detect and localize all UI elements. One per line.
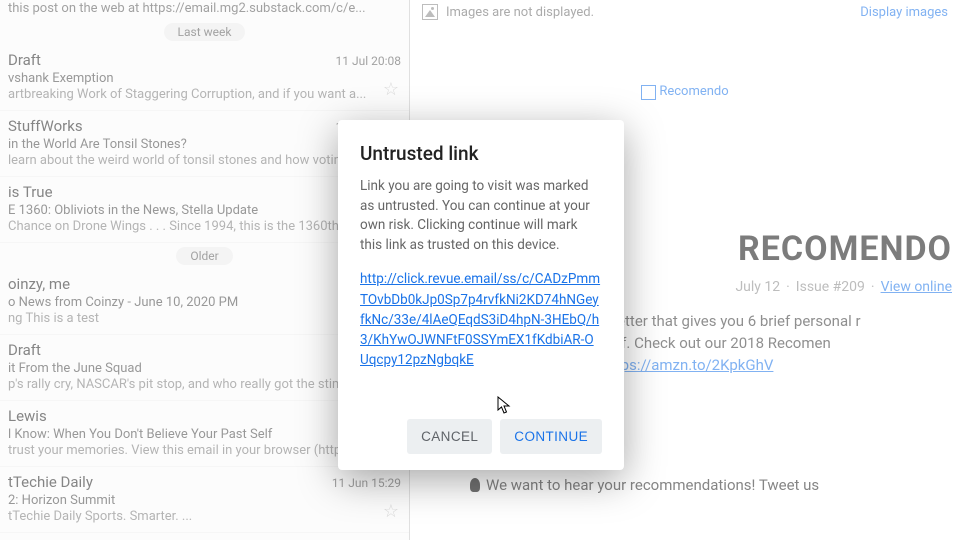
untrusted-url-link[interactable]: http://click.revue.email/ss/c/CADzPmmTOv… [360,271,600,368]
continue-button[interactable]: CONTINUE [500,419,602,454]
divider-last-week: Last week [0,19,409,45]
images-not-displayed-label: Images are not displayed. [446,5,594,20]
app-root: this post on the web at https://email.mg… [0,0,960,540]
bulb-icon [470,478,480,492]
untrusted-link-dialog: Untrusted link Link you are going to vis… [338,120,624,470]
display-images-link[interactable]: Display images [860,5,948,20]
broken-image-icon: Recomendo [641,84,728,99]
image-icon [422,4,438,20]
star-icon[interactable]: ☆ [383,501,399,522]
list-item[interactable]: Draft11 Jul 20:08 vshank Exemption artbr… [0,45,409,111]
dialog-url: http://click.revue.email/ss/c/CADzPmmTOv… [360,269,602,370]
top-snippet: this post on the web at https://email.mg… [0,0,409,19]
newsletter-logo: Recomendo [410,24,960,99]
view-online-link[interactable]: View online [881,279,952,295]
newsletter-cta-link[interactable]: https://amzn.to/2KpkGhV [603,356,774,374]
dialog-title: Untrusted link [360,142,602,165]
feedback-line: We want to hear your recommendations! Tw… [410,476,960,494]
list-item[interactable]: tTechie Daily11 Jun 15:29 2: Horizon Sum… [0,467,409,533]
cancel-button[interactable]: CANCEL [407,419,492,454]
dialog-body: Link you are going to visit was marked a… [360,177,602,255]
images-bar: Images are not displayed. Display images [410,0,960,24]
star-icon[interactable]: ☆ [383,79,399,100]
